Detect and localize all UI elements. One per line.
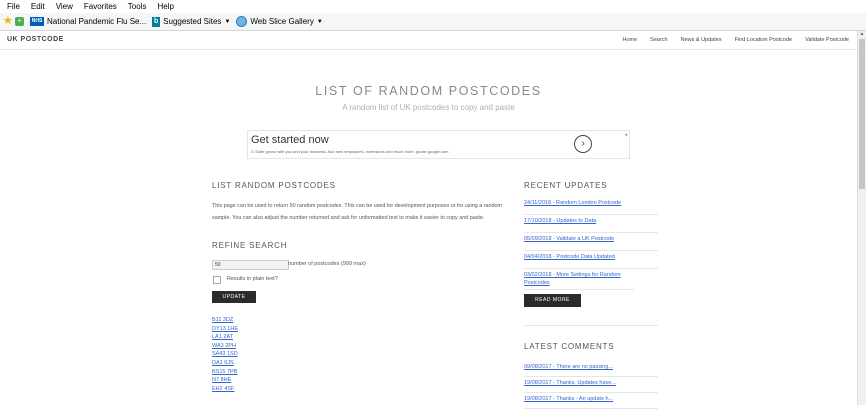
scroll-up-icon[interactable]: ▲ bbox=[858, 31, 866, 38]
nhs-icon: NHS bbox=[30, 17, 44, 26]
nav-validate-postcode[interactable]: Validate Postcode bbox=[805, 37, 849, 43]
favorite-link-suggested-sites[interactable]: b Suggested Sites ▼ bbox=[152, 16, 231, 27]
read-more-button[interactable]: READ MORE bbox=[524, 294, 581, 307]
update-link[interactable]: 24/11/2018 - Random London Postcode bbox=[524, 199, 658, 215]
ad-banner[interactable]: Get started now G Suite grows with you a… bbox=[247, 130, 630, 159]
page-title: LIST OF RANDOM POSTCODES bbox=[315, 84, 542, 98]
nav-news-updates[interactable]: News & Updates bbox=[681, 37, 722, 43]
chevron-down-icon: ▼ bbox=[224, 18, 231, 25]
update-link[interactable]: 03/02/2018 - More Settings for Random Po… bbox=[524, 271, 634, 290]
postcode-link[interactable]: DA1 6JS bbox=[212, 360, 238, 369]
favorite-link-nhs[interactable]: NHS National Pandemic Flu Se... bbox=[30, 17, 146, 26]
chevron-down-icon: ▼ bbox=[316, 18, 323, 25]
site-header: UK POSTCODE Home Search News & Updates F… bbox=[0, 31, 857, 50]
postcode-link[interactable]: BS15 7PB bbox=[212, 369, 238, 378]
nav-search[interactable]: Search bbox=[650, 37, 667, 43]
ie-icon bbox=[236, 16, 248, 27]
plain-text-checkbox[interactable] bbox=[213, 276, 221, 284]
postcode-list: B11 3DZ DY13 1HE LA1 2AT WA3 2PH SA43 1S… bbox=[212, 317, 238, 394]
postcode-link[interactable]: B11 3DZ bbox=[212, 317, 238, 326]
update-link[interactable]: 17/10/2018 - Updates to Data bbox=[524, 217, 658, 233]
menu-favorites[interactable]: Favorites bbox=[84, 2, 117, 11]
chevron-right-icon[interactable]: › bbox=[574, 135, 592, 153]
postcode-link[interactable]: N7 8HE bbox=[212, 377, 238, 386]
ad-headline[interactable]: Get started now bbox=[251, 134, 329, 146]
menu-help[interactable]: Help bbox=[157, 2, 173, 11]
bing-icon: b bbox=[152, 16, 161, 27]
section-heading-refine: REFINE SEARCH bbox=[212, 241, 288, 250]
quantity-input[interactable]: 50 bbox=[212, 260, 289, 270]
latest-comments-list: 09/08/2017 - There are no passing... 19/… bbox=[524, 363, 658, 409]
add-favorite-icon[interactable]: + bbox=[15, 17, 24, 26]
update-link[interactable]: 04/04/2018 - Postcode Data Updated bbox=[524, 253, 658, 269]
comment-link[interactable]: 19/08/2017 - Thanks - An update h... bbox=[524, 395, 658, 409]
favorite-label: Suggested Sites bbox=[163, 17, 222, 26]
comment-link[interactable]: 09/08/2017 - There are no passing... bbox=[524, 363, 658, 377]
vertical-scrollbar[interactable]: ▲ bbox=[857, 31, 866, 405]
update-button[interactable]: UPDATE bbox=[212, 291, 256, 303]
menu-tools[interactable]: Tools bbox=[128, 2, 147, 11]
browser-menubar: File Edit View Favorites Tools Help bbox=[0, 0, 866, 13]
comment-link[interactable]: 19/08/2017 - Thanks. Updates have... bbox=[524, 379, 658, 393]
postcode-link[interactable]: DY13 1HE bbox=[212, 326, 238, 335]
plain-text-label: Results in plain text? bbox=[227, 276, 278, 282]
section-heading-list: LIST RANDOM POSTCODES bbox=[212, 181, 336, 190]
postcode-link[interactable]: EH2 4SF bbox=[212, 386, 238, 395]
latest-comments-heading: LATEST COMMENTS bbox=[524, 342, 615, 351]
postcode-link[interactable]: WA3 2PH bbox=[212, 343, 238, 352]
ad-body: G Suite grows with you and your business… bbox=[251, 149, 449, 154]
ad-choices-icon[interactable]: ▸ bbox=[625, 132, 628, 138]
sidebar-divider bbox=[524, 325, 658, 326]
menu-edit[interactable]: Edit bbox=[31, 2, 45, 11]
intro-paragraph: This page can be used to return 50 rando… bbox=[212, 203, 502, 221]
nav-find-location-postcode[interactable]: Find Location Postcode bbox=[735, 37, 792, 43]
favorites-bar: ★ + NHS National Pandemic Flu Se... b Su… bbox=[0, 13, 866, 31]
site-nav: Home Search News & Updates Find Location… bbox=[610, 37, 850, 43]
site-logo[interactable]: UK POSTCODE bbox=[7, 36, 64, 43]
favorite-link-web-slice-gallery[interactable]: Web Slice Gallery ▼ bbox=[236, 16, 323, 27]
favorite-label: Web Slice Gallery bbox=[250, 17, 314, 26]
scrollbar-thumb[interactable] bbox=[859, 39, 865, 189]
menu-file[interactable]: File bbox=[7, 2, 20, 11]
recent-updates-list: 24/11/2018 - Random London Postcode 17/1… bbox=[524, 199, 658, 290]
favorites-star-icon[interactable]: ★ bbox=[3, 16, 14, 27]
postcode-link[interactable]: LA1 2AT bbox=[212, 334, 238, 343]
nav-home[interactable]: Home bbox=[623, 37, 638, 43]
quantity-label: number of postcodes (999 max) bbox=[288, 261, 366, 267]
recent-updates-heading: RECENT UPDATES bbox=[524, 181, 608, 190]
update-link[interactable]: 05/09/2018 - Validate a UK Postcode bbox=[524, 235, 658, 251]
postcode-link[interactable]: SA43 1SD bbox=[212, 351, 238, 360]
favorite-label: National Pandemic Flu Se... bbox=[47, 17, 147, 26]
menu-view[interactable]: View bbox=[56, 2, 73, 11]
page-subtitle: A random list of UK postcodes to copy an… bbox=[342, 103, 515, 112]
